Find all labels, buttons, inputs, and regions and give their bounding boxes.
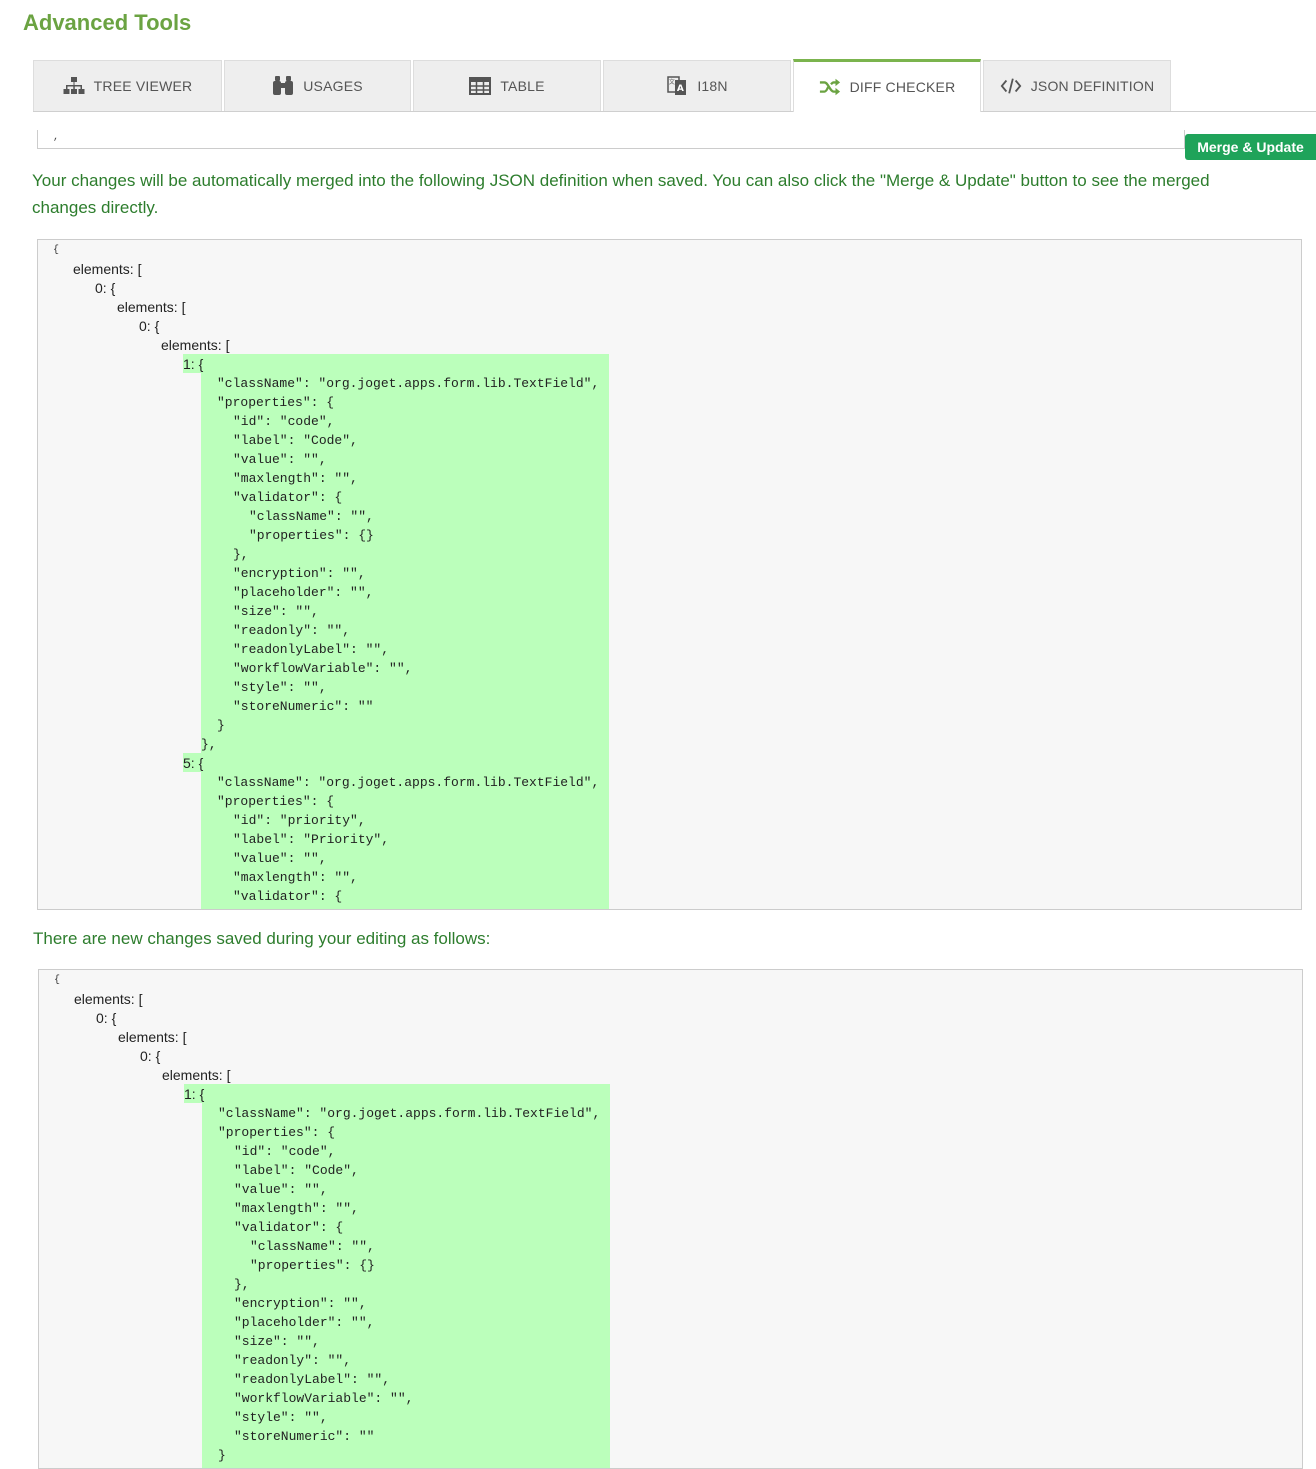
json-line: 0: { bbox=[95, 280, 116, 296]
tab-bar: TREE VIEWER USAGES TABLE A文 I18N DIFF CH… bbox=[33, 59, 1316, 112]
json-line: "placeholder": "", bbox=[234, 1315, 375, 1330]
json-line: elements: [ bbox=[118, 1029, 187, 1045]
json-line: elements: [ bbox=[74, 991, 143, 1007]
json-line: "id": "code", bbox=[234, 1144, 336, 1159]
new-changes-info-text: There are new changes saved during your … bbox=[33, 929, 491, 948]
random-icon bbox=[819, 76, 841, 98]
json-line: 0: { bbox=[139, 318, 160, 334]
json-line: "id": "priority", bbox=[233, 813, 366, 828]
tab-bar-divider bbox=[33, 111, 1316, 112]
json-line: "readonly": "", bbox=[234, 1353, 352, 1368]
json-line: "readonlyLabel": "", bbox=[234, 1372, 391, 1387]
json-line: "storeNumeric": "" bbox=[233, 699, 374, 714]
svg-text:A: A bbox=[677, 84, 684, 94]
table-icon bbox=[469, 75, 492, 97]
json-line: "style": "", bbox=[233, 680, 327, 695]
json-line: "label": "Priority", bbox=[233, 832, 390, 847]
json-line: "workflowVariable": "", bbox=[233, 661, 413, 676]
svg-text:文: 文 bbox=[669, 78, 675, 86]
tab-label: DIFF CHECKER bbox=[849, 79, 956, 95]
json-line: "validator": { bbox=[233, 889, 343, 904]
merge-update-button[interactable]: Merge & Update bbox=[1185, 134, 1316, 160]
json-line: { bbox=[54, 975, 61, 986]
code-icon bbox=[1000, 75, 1022, 97]
tab-json-definition[interactable]: JSON DEFINITION bbox=[983, 60, 1171, 111]
json-line: "properties": {} bbox=[249, 528, 374, 543]
json-line: "className": "", bbox=[250, 1239, 375, 1254]
json-line: 0: { bbox=[140, 1048, 161, 1064]
json-line: 5: { bbox=[183, 755, 204, 771]
json-line: "properties": { bbox=[217, 794, 335, 809]
json-line: "label": "Code", bbox=[234, 1163, 359, 1178]
json-line: "size": "", bbox=[233, 604, 319, 619]
json-line: { bbox=[53, 245, 60, 256]
tab-table[interactable]: TABLE bbox=[413, 60, 601, 111]
json-line: "maxlength": "", bbox=[233, 471, 358, 486]
json-line: "maxlength": "", bbox=[234, 1201, 359, 1216]
json-line: "label": "Code", bbox=[233, 433, 358, 448]
tab-i18n[interactable]: A文 I18N bbox=[603, 60, 791, 111]
json-line: "readonlyLabel": "", bbox=[233, 642, 390, 657]
previous-json-text: , bbox=[53, 132, 60, 143]
json-line: "value": "", bbox=[233, 452, 327, 467]
json-line: "readonly": "", bbox=[233, 623, 351, 638]
tab-label: USAGES bbox=[303, 78, 363, 94]
json-line: "style": "", bbox=[234, 1410, 328, 1425]
saved-json-panel[interactable]: {elements: [0: {elements: [0: {elements:… bbox=[38, 969, 1303, 1469]
json-line: "encryption": "", bbox=[234, 1296, 367, 1311]
json-line: "className": "org.joget.apps.form.lib.Te… bbox=[218, 1106, 601, 1121]
json-line: "properties": { bbox=[217, 395, 335, 410]
json-line: }, bbox=[233, 547, 249, 562]
json-line: "placeholder": "", bbox=[233, 585, 374, 600]
json-line: elements: [ bbox=[73, 261, 142, 277]
binoculars-icon bbox=[272, 75, 294, 97]
tab-tree-viewer[interactable]: TREE VIEWER bbox=[33, 60, 222, 111]
tab-label: TREE VIEWER bbox=[93, 78, 193, 94]
json-line: "className": "", bbox=[249, 509, 374, 524]
json-line: "className": "org.joget.apps.form.lib.Te… bbox=[217, 376, 600, 391]
json-line: "properties": { bbox=[218, 1125, 336, 1140]
json-line: "id": "code", bbox=[233, 414, 335, 429]
json-line: "size": "", bbox=[234, 1334, 320, 1349]
page-title: Advanced Tools bbox=[23, 10, 192, 35]
json-line: elements: [ bbox=[162, 1067, 231, 1083]
json-line: "value": "", bbox=[233, 851, 327, 866]
json-line: "maxlength": "", bbox=[233, 870, 358, 885]
json-line: 1: { bbox=[184, 1086, 205, 1102]
json-line: 0: { bbox=[96, 1010, 117, 1026]
merge-info-text: Your changes will be automatically merge… bbox=[32, 171, 1210, 217]
json-line: "encryption": "", bbox=[233, 566, 366, 581]
json-line: elements: [ bbox=[117, 299, 186, 315]
json-line: 1: { bbox=[183, 356, 204, 372]
tab-diff-checker[interactable]: DIFF CHECKER bbox=[793, 59, 981, 112]
json-line: elements: [ bbox=[161, 337, 230, 353]
json-line: "storeNumeric": "" bbox=[234, 1429, 375, 1444]
language-icon: A文 bbox=[666, 75, 688, 97]
sitemap-icon bbox=[63, 75, 85, 97]
json-line: "properties": {} bbox=[250, 1258, 375, 1273]
previous-json-panel[interactable]: , bbox=[37, 130, 1185, 149]
json-line: "validator": { bbox=[234, 1220, 344, 1235]
json-line: "className": "org.joget.apps.form.lib.Te… bbox=[217, 775, 600, 790]
tab-label: TABLE bbox=[500, 78, 545, 94]
json-line: "workflowVariable": "", bbox=[234, 1391, 414, 1406]
json-line: }, bbox=[201, 737, 217, 752]
tab-label: JSON DEFINITION bbox=[1030, 78, 1155, 94]
json-line: "value": "", bbox=[234, 1182, 328, 1197]
tab-label: I18N bbox=[697, 78, 728, 94]
tab-usages[interactable]: USAGES bbox=[224, 60, 411, 111]
json-line: "validator": { bbox=[233, 490, 343, 505]
merged-json-panel[interactable]: {elements: [0: {elements: [0: {elements:… bbox=[37, 239, 1302, 910]
json-line: } bbox=[217, 718, 225, 733]
json-line: }, bbox=[234, 1277, 250, 1292]
